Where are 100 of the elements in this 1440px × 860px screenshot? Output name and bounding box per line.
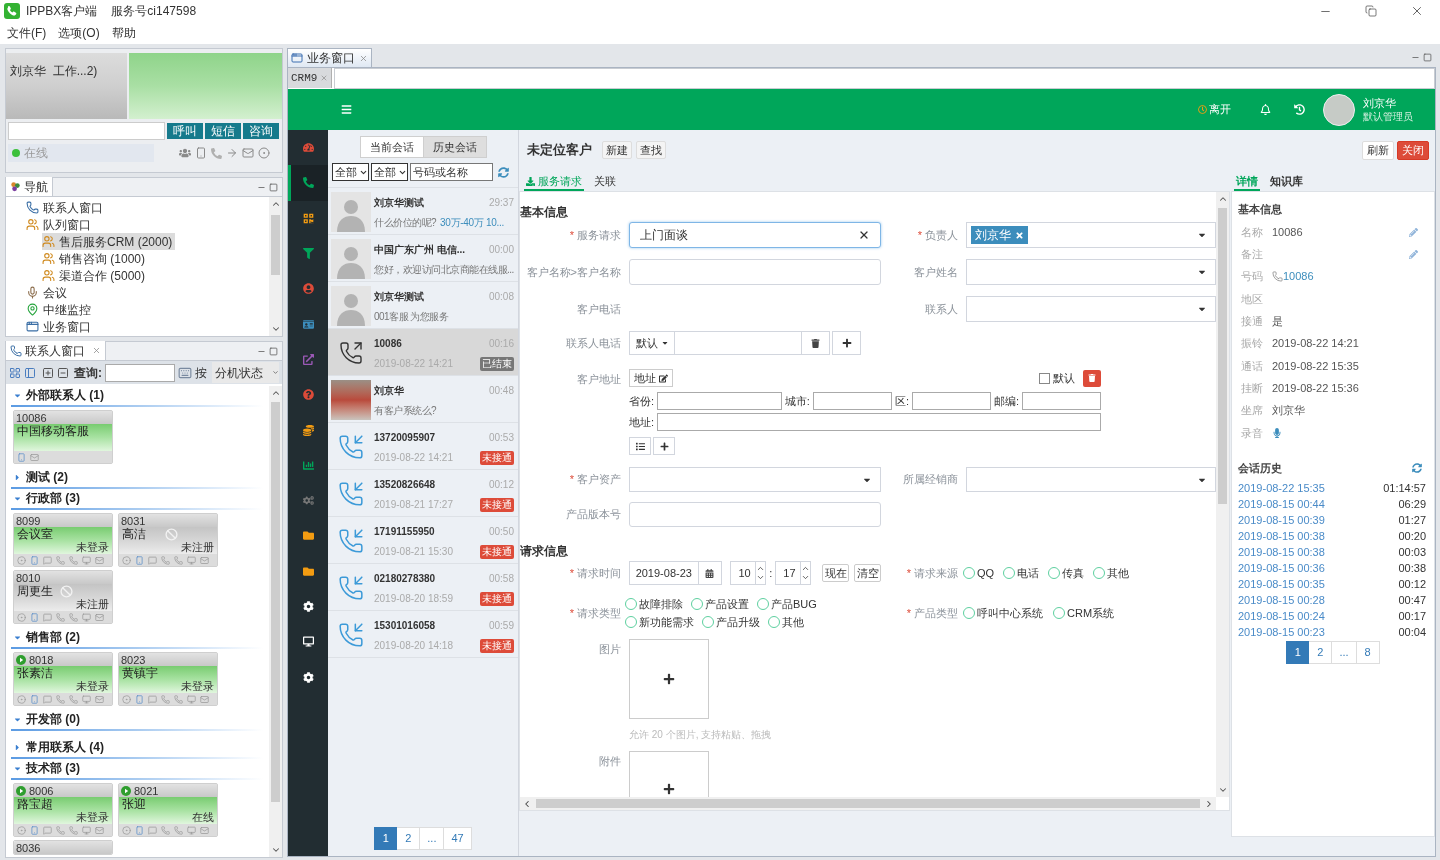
radio-button[interactable] [768, 616, 780, 629]
chevron-right-icon[interactable] [1204, 798, 1214, 809]
bar-chart-icon[interactable] [302, 459, 314, 471]
nav-item[interactable]: 业务窗口 [26, 318, 94, 335]
refresh-button[interactable]: 刷新 [1362, 140, 1394, 160]
filter-select[interactable]: 全部 [332, 163, 369, 181]
chevron-up-icon[interactable] [756, 564, 766, 573]
mobile-phone-icon[interactable] [30, 555, 39, 565]
chat-icon[interactable] [43, 694, 52, 704]
contact-card[interactable]: 8023 黄镇宇 未登录 [118, 652, 218, 706]
time-action-button[interactable]: 现在 [822, 564, 850, 582]
record-icon[interactable] [122, 694, 131, 704]
mail-icon[interactable] [200, 694, 209, 704]
scrollbar[interactable] [1216, 192, 1229, 797]
form-tab[interactable]: 关联 [592, 173, 618, 191]
list-button[interactable] [629, 437, 651, 455]
chat-icon[interactable] [43, 555, 52, 565]
mobile-phone-icon[interactable] [30, 825, 39, 835]
workspace-tab[interactable]: 业务窗口 [287, 48, 372, 67]
mobile-phone-icon[interactable] [135, 694, 144, 704]
radio-button[interactable] [757, 597, 769, 610]
dial-input[interactable] [8, 122, 165, 140]
radio-button[interactable] [691, 597, 703, 610]
plus-icon[interactable] [663, 783, 675, 795]
radio-button[interactable] [702, 616, 714, 629]
history-link[interactable]: 2019-08-22 15:35 [1238, 479, 1325, 497]
list-icon[interactable] [635, 441, 645, 451]
group-header[interactable]: 开发部 (0) [11, 710, 263, 728]
minute-spinner[interactable]: 17 [775, 561, 812, 585]
radio-button[interactable] [625, 597, 637, 610]
scrollbar-thumb[interactable] [271, 215, 280, 275]
action-button[interactable]: 短信 [205, 123, 241, 139]
caret-right-icon[interactable] [13, 472, 22, 482]
caret-right-icon[interactable] [13, 742, 22, 752]
page-button[interactable]: ... [1332, 640, 1357, 664]
plus-icon[interactable] [663, 673, 675, 685]
chevron-up-icon[interactable] [801, 564, 811, 573]
record-icon[interactable] [122, 825, 131, 835]
record-icon[interactable] [17, 694, 26, 704]
page-button[interactable]: 2 [1309, 640, 1333, 664]
group-header[interactable]: 销售部 (2) [11, 628, 263, 646]
history-link[interactable]: 2019-08-15 00:39 [1238, 511, 1325, 529]
address-input[interactable] [1022, 392, 1101, 410]
phone-icon[interactable] [302, 177, 314, 189]
mail-icon[interactable] [242, 147, 254, 159]
select-field[interactable] [966, 259, 1216, 285]
delete-button[interactable] [801, 331, 830, 355]
microphone-icon[interactable] [1272, 427, 1282, 438]
contact-card[interactable]: 10086 中国移动客服 [13, 410, 113, 464]
gauge-icon[interactable] [302, 142, 314, 154]
page-button[interactable]: 8 [1356, 640, 1380, 664]
menu-item[interactable]: 文件(F) [1, 24, 53, 42]
contact-card[interactable]: 8018 张素洁 未登录 [13, 652, 113, 706]
scrollbar-thumb[interactable] [1218, 208, 1227, 504]
scrollbar-thumb[interactable] [271, 402, 280, 802]
horizontal-scrollbar[interactable] [520, 797, 1216, 810]
delete-button[interactable] [1083, 369, 1101, 387]
help-icon[interactable] [302, 389, 314, 401]
history-link[interactable]: 2019-08-15 00:44 [1238, 495, 1325, 513]
refresh-icon[interactable] [1412, 462, 1422, 473]
chat-icon[interactable] [148, 555, 157, 565]
scrollbar[interactable] [269, 197, 282, 336]
action-button[interactable]: 咨询 [243, 123, 279, 139]
history-link[interactable]: 2019-08-15 00:38 [1238, 527, 1325, 545]
close-button[interactable]: 关闭 [1397, 140, 1429, 160]
page-button[interactable]: 47 [444, 827, 472, 850]
radio-button[interactable] [1093, 567, 1106, 579]
calendar-icon[interactable] [705, 568, 715, 578]
address-input[interactable] [812, 392, 892, 410]
history-link[interactable]: 2019-08-15 00:24 [1238, 607, 1325, 625]
record-icon[interactable] [17, 825, 26, 835]
nav-item[interactable]: 中继监控 [26, 301, 94, 318]
mail-icon[interactable] [95, 825, 104, 835]
text-input[interactable] [629, 259, 881, 285]
group-header[interactable]: 外部联系人 (1) [11, 386, 263, 404]
menu-item[interactable]: 选项(O) [52, 24, 106, 42]
maximize-icon[interactable] [269, 346, 278, 356]
record-icon[interactable] [17, 555, 26, 565]
pencil-icon[interactable] [1409, 249, 1418, 259]
address-input[interactable] [657, 392, 782, 410]
close-icon[interactable] [92, 346, 101, 355]
detail-tab[interactable]: 知识库 [1268, 173, 1305, 191]
search-input[interactable]: 号码或名称 [410, 163, 493, 181]
plus-icon[interactable] [659, 441, 669, 451]
add-button[interactable] [653, 437, 675, 455]
chevron-up-icon[interactable] [1217, 194, 1228, 204]
restore-icon[interactable] [1365, 5, 1377, 17]
coins-icon[interactable] [302, 424, 314, 436]
grid-view-icon[interactable] [9, 366, 21, 379]
chat-icon[interactable] [43, 612, 52, 622]
nav-item[interactable]: 队列窗口 [26, 216, 94, 233]
phone-input[interactable] [675, 331, 801, 355]
qr-code-icon[interactable] [302, 212, 314, 224]
users-icon[interactable] [179, 147, 191, 159]
toolbar-button[interactable]: 查找 [636, 141, 666, 159]
mobile-phone-icon[interactable] [195, 147, 207, 159]
plus-icon[interactable] [841, 338, 852, 348]
mobile-phone-icon[interactable] [17, 452, 26, 462]
folder-icon[interactable] [302, 565, 314, 577]
contact-card[interactable]: 8021 张迎 在线 [118, 783, 218, 837]
